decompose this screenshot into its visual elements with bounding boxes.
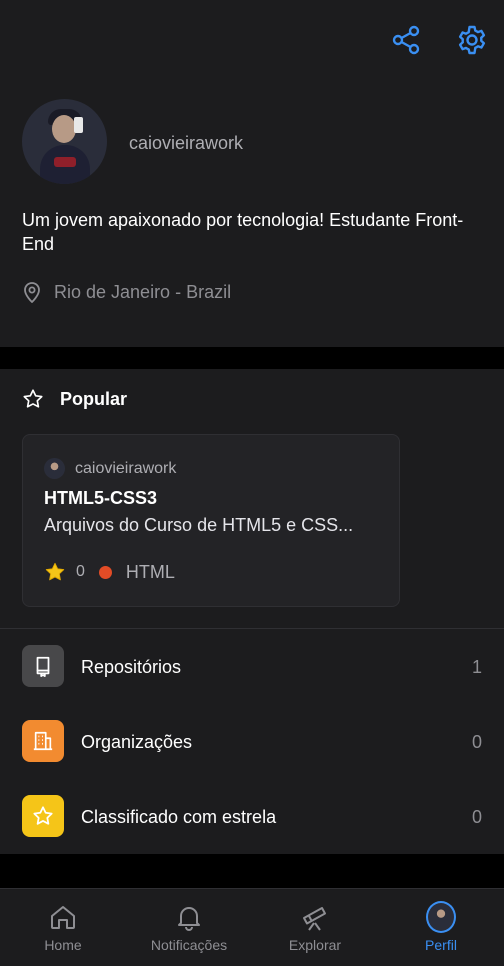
username: caiovieirawork xyxy=(129,133,244,153)
popular-heading: Popular xyxy=(22,388,127,410)
owner-name: caiovieirawork xyxy=(75,459,177,477)
menu-item-repositories[interactable]: Repositórios 1 xyxy=(0,629,504,704)
profile-header: caiovieirawork Um jovem apaixonado por t… xyxy=(0,0,504,347)
nav-label: Explorar xyxy=(288,937,342,953)
avatar[interactable] xyxy=(22,99,107,184)
nav-home[interactable]: Home xyxy=(0,889,126,966)
organization-icon xyxy=(22,720,64,762)
menu-item-organizations[interactable]: Organizações 0 xyxy=(0,704,504,779)
bell-icon xyxy=(174,902,204,932)
repo-icon xyxy=(22,645,64,687)
menu-item-starred[interactable]: Classificado com estrela 0 xyxy=(0,779,504,854)
nav-profile[interactable]: Perfil xyxy=(378,889,504,966)
menu-count: 1 xyxy=(471,657,482,677)
popular-section: Popular caiovieirawork HTML5-CSS3 Arquiv… xyxy=(0,369,504,628)
nav-explore[interactable]: Explorar xyxy=(252,889,378,966)
menu-label: Classificado com estrela xyxy=(81,807,277,827)
menu-label: Repositórios xyxy=(81,657,182,677)
repo-meta: 0 HTML xyxy=(44,561,175,583)
nav-label: Home xyxy=(44,937,82,953)
map-pin-icon xyxy=(22,281,42,303)
nav-label: Notificações xyxy=(150,937,228,953)
location-text: Rio de Janeiro - Brazil xyxy=(54,281,232,302)
repo-card[interactable]: caiovieirawork HTML5-CSS3 Arquivos do Cu… xyxy=(22,434,400,607)
top-actions xyxy=(390,24,488,56)
share-icon[interactable] xyxy=(390,24,422,56)
repo-name: HTML5-CSS3 xyxy=(44,488,158,508)
telescope-icon xyxy=(300,902,330,932)
profile-menu: Repositórios 1 Organizações 0 Classifica… xyxy=(0,628,504,854)
menu-label: Organizações xyxy=(81,732,193,752)
avatar xyxy=(426,901,456,933)
star-outline-icon xyxy=(22,388,44,410)
bio: Um jovem apaixonado por tecnologia! Estu… xyxy=(22,210,464,254)
repo-language: HTML xyxy=(125,561,175,582)
menu-count: 0 xyxy=(471,807,482,827)
gear-icon[interactable] xyxy=(456,24,488,56)
star-count: 0 xyxy=(76,563,85,580)
menu-count: 0 xyxy=(471,732,482,752)
home-icon xyxy=(48,902,78,932)
owner-avatar xyxy=(44,458,65,479)
language-dot xyxy=(98,565,112,579)
location: Rio de Janeiro - Brazil xyxy=(22,281,231,303)
nav-notifications[interactable]: Notificações xyxy=(126,889,252,966)
star-filled-icon xyxy=(44,561,66,583)
star-icon xyxy=(22,795,64,837)
bottom-nav: Home Notificações Explorar Perfil xyxy=(0,888,504,966)
repo-description: Arquivos do Curso de HTML5 e CSS... xyxy=(44,515,354,535)
nav-label: Perfil xyxy=(425,937,457,953)
repo-owner: caiovieirawork xyxy=(44,458,176,479)
popular-title: Popular xyxy=(60,388,128,409)
